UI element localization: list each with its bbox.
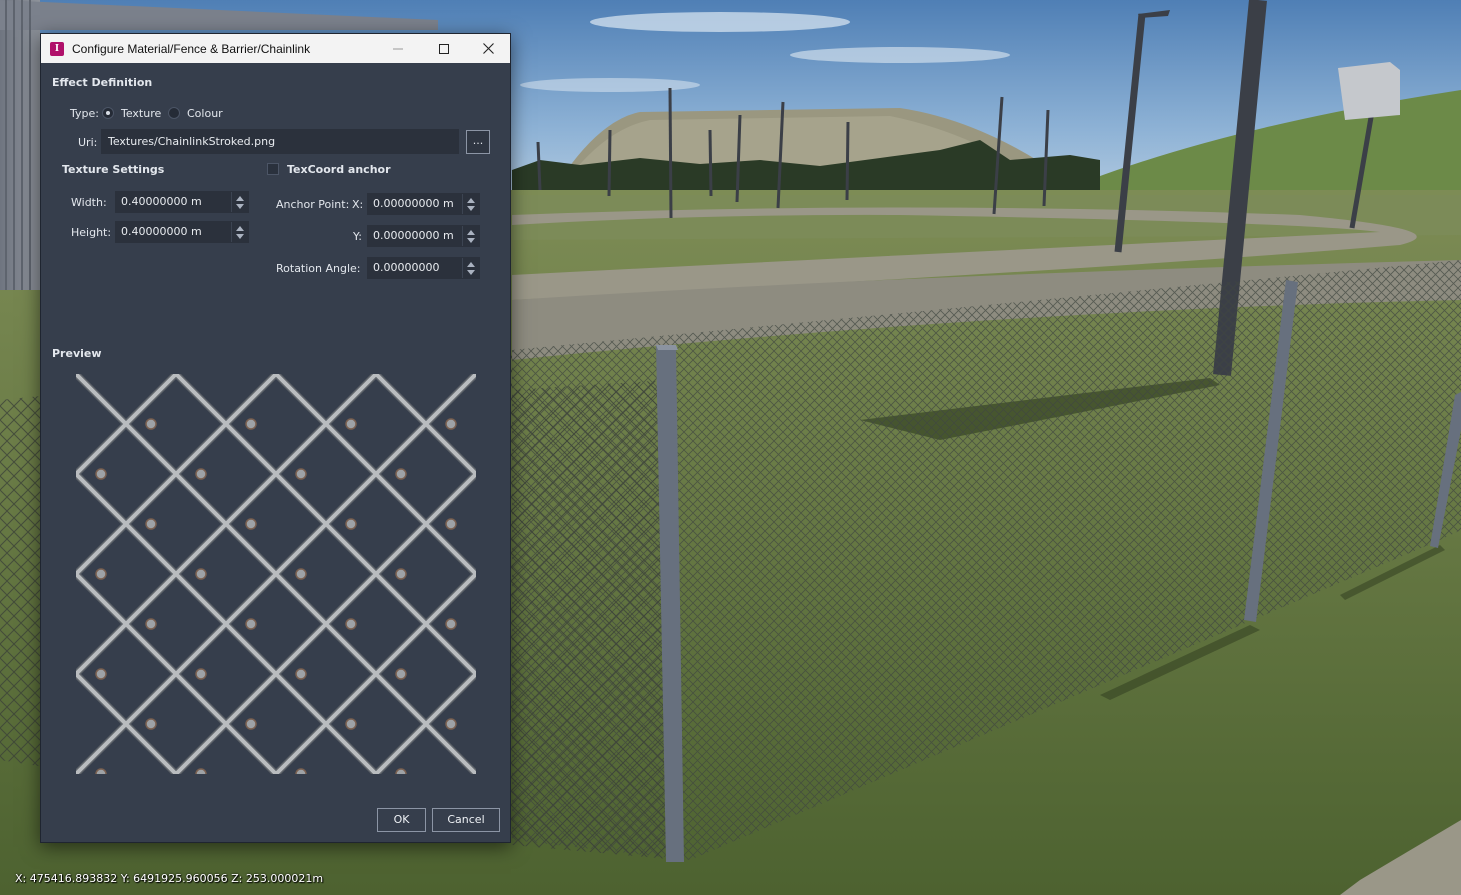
type-texture-label[interactable]: Texture [121, 107, 161, 120]
texcoord-anchor-checkbox[interactable] [267, 163, 279, 175]
wire-twist [445, 418, 457, 430]
spin-down-icon[interactable] [236, 204, 244, 209]
anchor-x-label: X: [352, 198, 364, 211]
height-value: 0.40000000 m [121, 225, 202, 238]
wire-twist [245, 718, 257, 730]
height-spinbox[interactable]: 0.40000000 m [115, 221, 249, 243]
wire-twist [295, 468, 307, 480]
wire-twist [195, 768, 207, 774]
texcoord-anchor-label[interactable]: TexCoord anchor [287, 163, 391, 176]
wire-twist [245, 418, 257, 430]
close-button[interactable] [465, 34, 511, 63]
app-icon: I [50, 41, 64, 56]
wire-twist [195, 668, 207, 680]
anchor-x-value: 0.00000000 m [373, 197, 454, 210]
width-value: 0.40000000 m [121, 195, 202, 208]
preview-heading: Preview [52, 347, 102, 360]
wire-twist [345, 518, 357, 530]
browse-button[interactable]: ... [466, 130, 490, 154]
anchor-y-label: Y: [353, 230, 362, 243]
spin-up-icon[interactable] [467, 230, 475, 235]
anchor-y-spinbox[interactable]: 0.00000000 m [367, 225, 480, 247]
wire-twist [395, 568, 407, 580]
width-spinbox[interactable]: 0.40000000 m [115, 191, 249, 213]
uri-label: Uri: [78, 136, 98, 149]
wire-twist [395, 668, 407, 680]
anchor-x-spin-arrows[interactable] [462, 194, 479, 214]
wire-twist [95, 668, 107, 680]
wire-twist [295, 568, 307, 580]
wire-twist [345, 418, 357, 430]
spin-up-icon[interactable] [467, 198, 475, 203]
maximize-icon [439, 43, 449, 54]
rotation-angle-label: Rotation Angle: [276, 262, 361, 275]
ok-button[interactable]: OK [377, 808, 426, 832]
type-texture-radio[interactable] [102, 107, 114, 119]
rotation-spin-arrows[interactable] [462, 258, 479, 278]
spin-up-icon[interactable] [236, 226, 244, 231]
coordinates-readout: X: 475416.893832 Y: 6491925.960056 Z: 25… [15, 872, 324, 885]
effect-definition-heading: Effect Definition [52, 76, 153, 89]
close-icon [482, 43, 494, 54]
uri-input[interactable]: Textures/ChainlinkStroked.png [101, 129, 459, 154]
wire-twist [195, 468, 207, 480]
type-colour-label[interactable]: Colour [187, 107, 223, 120]
wire-twist [445, 518, 457, 530]
spin-down-icon[interactable] [467, 206, 475, 211]
wire-twist [195, 568, 207, 580]
wire-twist [345, 618, 357, 630]
wire-twist [145, 718, 157, 730]
configure-material-dialog: I Configure Material/Fence & Barrier/Cha… [40, 33, 511, 843]
wire-twist [395, 768, 407, 774]
width-label: Width: [71, 196, 107, 209]
spin-down-icon[interactable] [467, 270, 475, 275]
wire-twist [95, 568, 107, 580]
wire-twist [245, 518, 257, 530]
anchor-x-spinbox[interactable]: 0.00000000 m [367, 193, 480, 215]
window-title: Configure Material/Fence & Barrier/Chain… [72, 41, 311, 56]
wire-twist [245, 618, 257, 630]
texture-settings-heading: Texture Settings [62, 163, 165, 176]
wire-twist [395, 468, 407, 480]
wire-twist [145, 418, 157, 430]
type-colour-radio[interactable] [168, 107, 180, 119]
cancel-button[interactable]: Cancel [432, 808, 500, 832]
spin-down-icon[interactable] [236, 234, 244, 239]
anchor-point-label: Anchor Point: [276, 198, 350, 211]
spin-up-icon[interactable] [236, 196, 244, 201]
wire-twist [145, 618, 157, 630]
wire-twist [95, 468, 107, 480]
height-spin-arrows[interactable] [231, 222, 248, 242]
maximize-button[interactable] [421, 34, 467, 63]
type-label: Type: [70, 107, 99, 120]
spin-up-icon[interactable] [467, 262, 475, 267]
wire-twist [295, 768, 307, 774]
rotation-angle-value: 0.00000000 [373, 261, 440, 274]
wire-twist [295, 668, 307, 680]
rotation-angle-spinbox[interactable]: 0.00000000 [367, 257, 480, 279]
wire-twist [445, 718, 457, 730]
anchor-y-value: 0.00000000 m [373, 229, 454, 242]
anchor-y-spin-arrows[interactable] [462, 226, 479, 246]
spin-down-icon[interactable] [467, 238, 475, 243]
wire-twist [145, 518, 157, 530]
height-label: Height: [71, 226, 112, 239]
minimize-icon [393, 48, 403, 49]
wire-twist [345, 718, 357, 730]
title-bar[interactable]: I Configure Material/Fence & Barrier/Cha… [41, 34, 510, 63]
chainlink-texture-preview [76, 374, 476, 774]
width-spin-arrows[interactable] [231, 192, 248, 212]
wire-twist [445, 618, 457, 630]
minimize-button[interactable] [375, 34, 421, 63]
wire-twist [95, 768, 107, 774]
